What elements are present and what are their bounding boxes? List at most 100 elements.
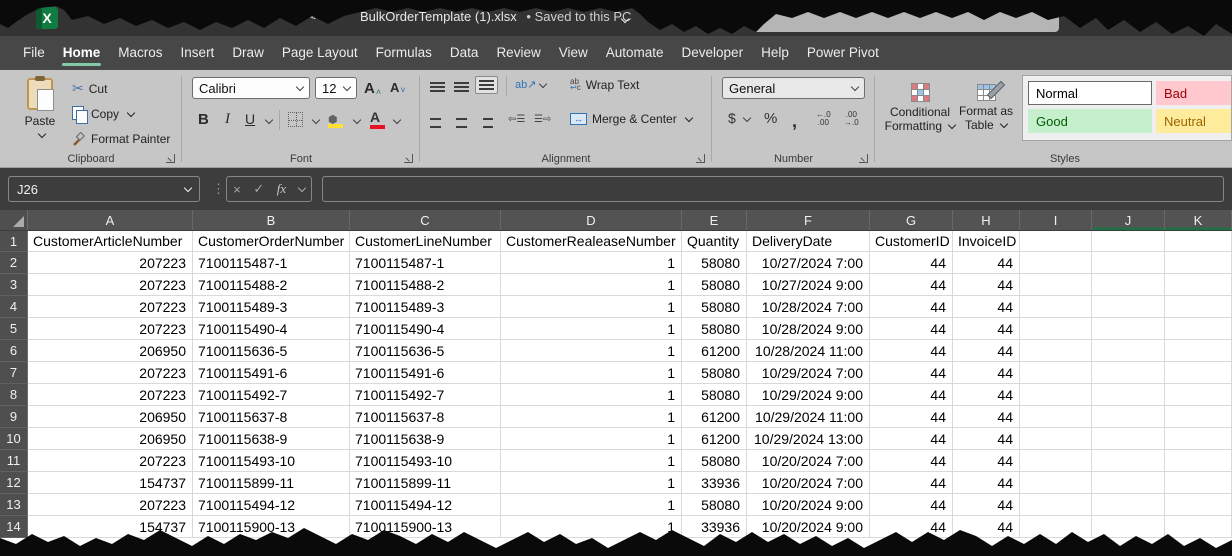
cell[interactable] (1092, 296, 1165, 318)
cell[interactable] (1092, 494, 1165, 516)
cell[interactable]: 44 (870, 406, 953, 428)
row-header-5[interactable]: 5 (0, 318, 28, 340)
row-header-6[interactable]: 6 (0, 340, 28, 362)
cell[interactable] (1165, 406, 1232, 428)
excel-app-icon[interactable]: X (36, 7, 58, 29)
column-header-H[interactable]: H (953, 210, 1020, 230)
cell[interactable]: 1 (501, 318, 682, 340)
cell[interactable]: 1 (501, 406, 682, 428)
cell[interactable]: 7100115492-7 (350, 384, 501, 406)
cell[interactable] (1092, 274, 1165, 296)
cell[interactable] (1092, 428, 1165, 450)
cell[interactable] (1092, 340, 1165, 362)
align-bottom-button-selected[interactable] (475, 76, 498, 94)
cell[interactable]: 7100115900-13 (193, 516, 350, 538)
cell[interactable]: 44 (953, 428, 1020, 450)
insert-function-button[interactable]: fx (277, 181, 286, 197)
bold-button[interactable]: B (198, 111, 209, 128)
style-bad[interactable]: Bad (1156, 81, 1232, 105)
cell[interactable] (1165, 274, 1232, 296)
cell[interactable]: 1 (501, 472, 682, 494)
cell[interactable] (1020, 450, 1092, 472)
document-title[interactable]: BulkOrderTemplate (1).xlsx • Saved to th… (360, 9, 631, 24)
font-color-button[interactable]: A (370, 109, 380, 125)
align-top-button[interactable] (430, 82, 445, 92)
cell[interactable]: 58080 (682, 252, 747, 274)
cell[interactable]: 44 (870, 274, 953, 296)
cell[interactable]: 44 (953, 384, 1020, 406)
name-box[interactable]: J26 (8, 176, 200, 202)
column-header-J[interactable]: J (1092, 210, 1165, 230)
cell[interactable]: 58080 (682, 274, 747, 296)
cell[interactable]: 44 (953, 252, 1020, 274)
cell[interactable]: 44 (870, 362, 953, 384)
italic-button[interactable]: I (225, 111, 230, 128)
column-header-A[interactable]: A (28, 210, 193, 230)
cell[interactable] (1020, 406, 1092, 428)
row-header-8[interactable]: 8 (0, 384, 28, 406)
merge-center-button[interactable]: ↔ Merge & Center (570, 112, 692, 126)
cell[interactable]: 206950 (28, 340, 193, 362)
decrease-indent-button[interactable]: ⇦☰ (508, 114, 525, 125)
style-neutral[interactable]: Neutral (1156, 109, 1232, 133)
cell[interactable]: 44 (870, 318, 953, 340)
style-good[interactable]: Good (1028, 109, 1152, 133)
alignment-dialog-launcher-icon[interactable] (696, 154, 705, 163)
cell[interactable]: 44 (953, 450, 1020, 472)
cell[interactable]: 58080 (682, 318, 747, 340)
cell[interactable]: 44 (870, 252, 953, 274)
cell[interactable] (1020, 428, 1092, 450)
tab-insert[interactable]: Insert (172, 36, 224, 70)
cell[interactable]: 44 (953, 274, 1020, 296)
cell[interactable] (1165, 252, 1232, 274)
cell[interactable]: 207223 (28, 296, 193, 318)
cell[interactable] (1020, 296, 1092, 318)
row-header-2[interactable]: 2 (0, 252, 28, 274)
cell[interactable]: 7100115489-3 (193, 296, 350, 318)
decrease-font-button[interactable]: A˅ (390, 80, 406, 95)
wrap-text-button[interactable]: ab↩c Wrap Text (570, 78, 639, 92)
column-header-F[interactable]: F (747, 210, 870, 230)
cell[interactable]: 61200 (682, 340, 747, 362)
align-center-button[interactable] (454, 114, 469, 128)
cell[interactable] (1165, 231, 1232, 252)
cell[interactable] (1092, 516, 1165, 538)
cell[interactable]: 7100115490-4 (193, 318, 350, 340)
confirm-entry-button[interactable]: ✓ (253, 181, 264, 197)
cell[interactable]: 44 (953, 296, 1020, 318)
tab-power-pivot[interactable]: Power Pivot (798, 36, 888, 70)
cell[interactable] (1020, 516, 1092, 538)
cell[interactable] (1092, 318, 1165, 340)
style-normal[interactable]: Normal (1028, 81, 1152, 105)
cell[interactable]: 10/20/2024 7:00 (747, 472, 870, 494)
cancel-entry-button[interactable]: × (233, 182, 241, 197)
cell[interactable]: 10/28/2024 11:00 (747, 340, 870, 362)
cell[interactable]: 1 (501, 450, 682, 472)
cell[interactable]: 7100115490-4 (350, 318, 501, 340)
cell[interactable]: 1 (501, 428, 682, 450)
cell[interactable] (1020, 274, 1092, 296)
column-header-K[interactable]: K (1165, 210, 1232, 230)
number-format-combo[interactable]: General (722, 77, 865, 99)
copy-button[interactable]: Copy (72, 106, 134, 122)
column-header-C[interactable]: C (350, 210, 501, 230)
cell[interactable]: 58080 (682, 296, 747, 318)
cell[interactable]: 44 (953, 516, 1020, 538)
cell[interactable]: 207223 (28, 494, 193, 516)
cell[interactable]: 10/20/2024 9:00 (747, 516, 870, 538)
currency-button[interactable]: $ (728, 110, 750, 126)
cell[interactable]: 58080 (682, 362, 747, 384)
cell[interactable] (1092, 384, 1165, 406)
cell[interactable]: 206950 (28, 406, 193, 428)
cell[interactable]: 7100115487-1 (350, 252, 501, 274)
font-size-combo[interactable]: 12 (315, 77, 357, 99)
cell[interactable]: 154737 (28, 472, 193, 494)
cell[interactable]: 7100115494-12 (350, 494, 501, 516)
cell[interactable]: 10/20/2024 9:00 (747, 494, 870, 516)
cell[interactable] (1092, 231, 1165, 252)
cell[interactable]: CustomerID (870, 231, 953, 252)
font-name-combo[interactable]: Calibri (192, 77, 310, 99)
tab-page-layout[interactable]: Page Layout (273, 36, 367, 70)
cell[interactable]: 10/20/2024 7:00 (747, 450, 870, 472)
cell[interactable]: 44 (953, 340, 1020, 362)
